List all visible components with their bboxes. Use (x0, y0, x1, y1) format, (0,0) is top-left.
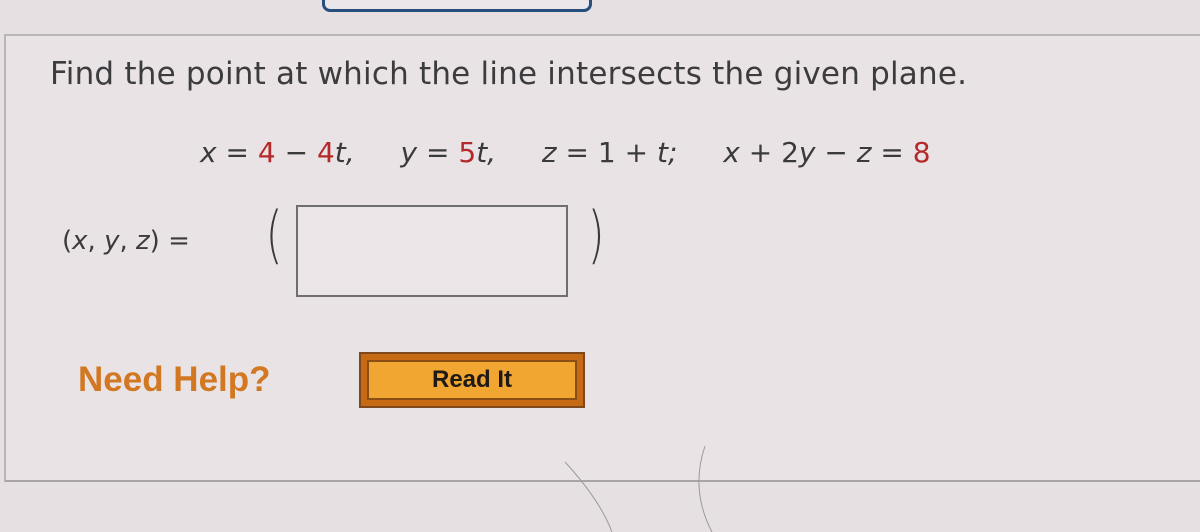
equals-sign: = (425, 136, 450, 169)
t-parameter: t (334, 136, 346, 169)
plus-sign: + (624, 136, 649, 169)
t-parameter: t (476, 136, 488, 169)
label-close-paren: ) (149, 226, 160, 256)
plus-sign: + (748, 136, 773, 169)
comma: , (345, 136, 355, 169)
need-help-label: Need Help? (78, 360, 271, 399)
answer-open-paren: ( (265, 198, 283, 271)
label-x: x (72, 226, 88, 256)
equals-sign: = (225, 136, 249, 169)
minus-sign: − (824, 136, 848, 169)
x-constant: 4 (257, 136, 276, 169)
read-it-button[interactable]: Read It (359, 352, 585, 408)
comma: , (487, 136, 497, 169)
read-it-label: Read It (367, 360, 577, 400)
label-equals: = (159, 226, 190, 256)
y-coefficient: 5 (458, 136, 477, 169)
label-z: z (136, 226, 150, 256)
plane-rhs: 8 (912, 136, 931, 169)
equation-line: x = 4 − 4t, y = 5t, z = 1 + t; x + 2y − … (200, 136, 931, 169)
plane-z: z (856, 136, 872, 169)
equals-sign: = (880, 136, 904, 169)
answer-label: (x, y, z) = (62, 226, 190, 256)
answer-input[interactable] (296, 205, 568, 297)
label-sep: , (119, 226, 136, 256)
t-parameter: t (656, 136, 668, 169)
label-y: y (104, 226, 120, 256)
minus-sign: − (284, 136, 309, 169)
question-prompt: Find the point at which the line interse… (50, 56, 968, 92)
top-tab[interactable] (322, 0, 592, 12)
plane-y: y (798, 136, 816, 169)
x-variable: x (200, 136, 217, 169)
equals-sign: = (565, 136, 589, 169)
y-variable: y (400, 136, 418, 169)
plane-two: 2 (781, 136, 799, 169)
label-sep: , (87, 226, 105, 256)
answer-close-paren: ) (587, 198, 605, 271)
z-variable: z (541, 136, 557, 169)
plane-x: x (723, 136, 740, 169)
x-coefficient: 4 (316, 136, 335, 169)
label-open-paren: ( (62, 226, 73, 256)
semicolon: ; (667, 136, 678, 169)
z-constant: 1 (597, 136, 616, 169)
